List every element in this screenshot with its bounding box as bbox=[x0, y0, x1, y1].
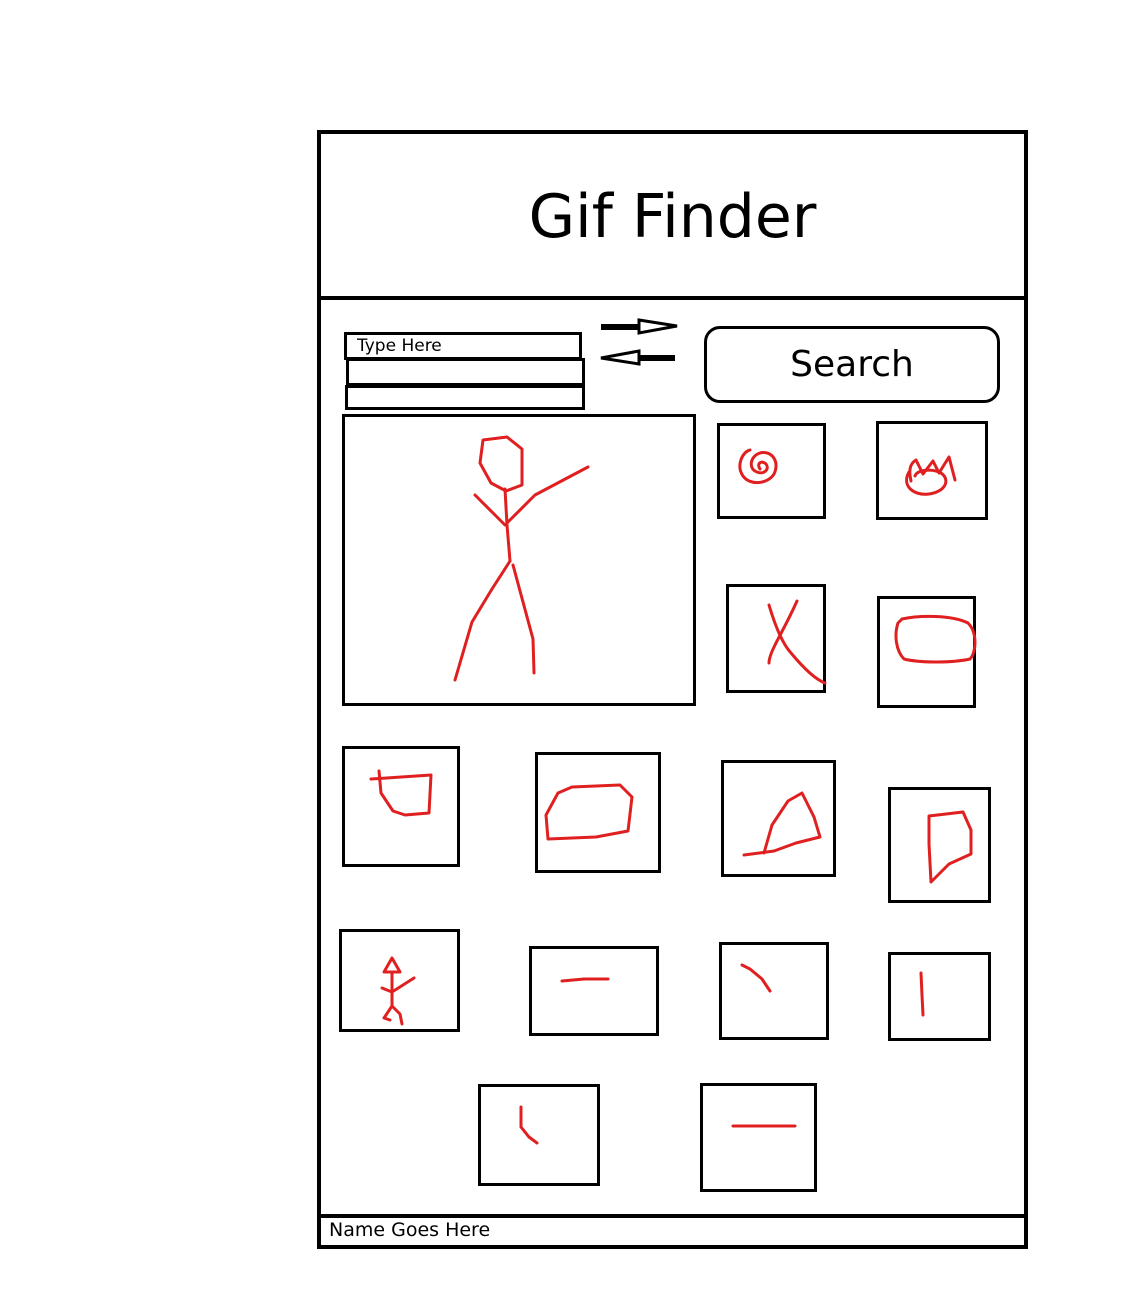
gif-thumbnail-cup[interactable] bbox=[342, 746, 460, 867]
arrow-left-icon[interactable] bbox=[595, 348, 680, 368]
gif-thumbnail-dash[interactable] bbox=[529, 946, 659, 1036]
curve-sketch bbox=[740, 963, 772, 993]
arrow-right-icon[interactable] bbox=[599, 317, 684, 337]
gif-thumbnail-rounded-rect[interactable] bbox=[877, 596, 977, 708]
spiral-sketch bbox=[738, 448, 778, 484]
gif-thumbnail-triangle[interactable] bbox=[721, 760, 836, 877]
cup-sketch bbox=[369, 769, 433, 817]
dash-sketch bbox=[560, 977, 610, 983]
gif-preview[interactable] bbox=[342, 414, 696, 706]
search-button-label: Search bbox=[790, 344, 914, 385]
triangle-sketch bbox=[742, 791, 822, 857]
bar-sketch bbox=[731, 1124, 797, 1128]
header: Gif Finder bbox=[321, 134, 1024, 300]
small-figure-sketch bbox=[380, 956, 416, 1026]
footer-name: Name Goes Here bbox=[329, 1219, 491, 1241]
x-sketch bbox=[767, 599, 827, 685]
oval-sketch bbox=[544, 783, 634, 841]
hook-sketch bbox=[519, 1105, 539, 1145]
search-button[interactable]: Search bbox=[704, 326, 1000, 403]
gif-thumbnail-curve[interactable] bbox=[719, 942, 829, 1040]
d-sketch bbox=[927, 810, 973, 884]
gif-thumbnail-hook[interactable] bbox=[478, 1084, 600, 1186]
search-input-2[interactable] bbox=[346, 358, 585, 386]
gif-thumbnail-d[interactable] bbox=[888, 787, 991, 903]
page-title: Gif Finder bbox=[528, 182, 817, 252]
line-sketch bbox=[919, 971, 925, 1017]
search-input-3[interactable] bbox=[345, 385, 585, 410]
gif-thumbnail-bar[interactable] bbox=[700, 1083, 817, 1192]
search-input-field[interactable] bbox=[347, 335, 579, 357]
gif-thumbnail-oval[interactable] bbox=[535, 752, 661, 873]
gif-thumbnail-line[interactable] bbox=[888, 952, 991, 1041]
search-input[interactable] bbox=[344, 332, 582, 360]
app-window: Gif Finder Search bbox=[317, 130, 1028, 1249]
gif-thumbnail-small-figure[interactable] bbox=[339, 929, 460, 1032]
stick-figure-sketch bbox=[453, 435, 590, 682]
footer: Name Goes Here bbox=[321, 1214, 1024, 1245]
gif-thumbnail-x[interactable] bbox=[726, 584, 827, 693]
gif-thumbnail-spiral[interactable] bbox=[717, 423, 826, 519]
rounded-rect-sketch bbox=[894, 614, 977, 664]
cat-sketch bbox=[905, 455, 957, 496]
gif-thumbnail-cat[interactable] bbox=[876, 421, 988, 520]
